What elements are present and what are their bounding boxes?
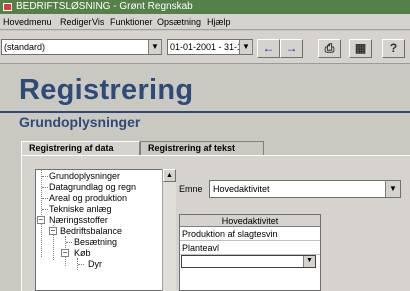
chevron-down-icon[interactable]: ▼ xyxy=(239,40,253,54)
calculator-icon: ▦ xyxy=(354,41,367,55)
tab-label: Registrering af tekst xyxy=(148,143,236,153)
topic-tree[interactable]: Grundoplysninger Datagrundlag og regn Ar… xyxy=(35,169,176,291)
chevron-down-icon[interactable]: ▼ xyxy=(148,40,162,54)
page-title: Registrering xyxy=(19,74,194,106)
grid-row[interactable]: Produktion af slagtesvin xyxy=(180,228,320,241)
view-select-value: (standard) xyxy=(4,42,46,52)
back-arrow-icon: ← xyxy=(262,41,275,55)
menu-hovedmenu[interactable]: Hovedmenu xyxy=(3,14,52,30)
collapse-icon[interactable]: − xyxy=(37,216,45,224)
page-subtitle: Grundoplysninger xyxy=(19,114,141,130)
window-title: BEDRIFTSLØSNING - Grønt Regnskab xyxy=(16,1,193,12)
tree-connector xyxy=(42,209,48,210)
view-select[interactable]: (standard) ▼ xyxy=(1,39,162,55)
collapse-icon[interactable]: − xyxy=(49,227,57,235)
printer-icon: ⎙ xyxy=(324,41,335,55)
tree-connector xyxy=(41,170,42,257)
tree-item-bedriftsbalance[interactable]: Bedriftsbalance xyxy=(60,226,122,236)
emne-label: Emne xyxy=(179,184,203,194)
tree-item-areal-og-produktion[interactable]: Areal og produktion xyxy=(49,193,127,203)
calculator-button[interactable]: ▦ xyxy=(349,39,372,58)
tree-connector xyxy=(42,187,48,188)
tab-registrering-af-data[interactable]: Registrering af data xyxy=(21,141,140,156)
chevron-down-icon[interactable]: ▼ xyxy=(303,256,315,267)
menu-bar: Hovedmenu Rediger Vis Funktioner Opsætni… xyxy=(0,14,410,30)
grid-header: Hovedaktivitet xyxy=(180,215,320,227)
tree-item-dyr[interactable]: Dyr xyxy=(88,259,102,269)
tree-item-datagrundlag[interactable]: Datagrundlag og regn xyxy=(49,182,136,192)
tree-connector xyxy=(42,198,48,199)
grid-edit-select[interactable]: ▼ xyxy=(181,255,316,268)
period-select[interactable]: 01-01-2001 - 31-12-2 ▼ xyxy=(167,39,253,55)
tree-item-koeb[interactable]: Køb xyxy=(74,248,91,258)
data-grid: Hovedaktivitet Produktion af slagtesvin … xyxy=(179,214,321,291)
help-icon: ? xyxy=(389,41,398,55)
title-divider xyxy=(0,111,410,113)
tree-connector xyxy=(66,242,72,243)
toolbar: (standard) ▼ 01-01-2001 - 31-12-2 ▼ ← → … xyxy=(0,31,410,64)
tree-scrollbar[interactable]: ▲ xyxy=(162,169,176,291)
emne-select-value: Hovedaktivitet xyxy=(213,184,270,194)
menu-funktioner[interactable]: Funktioner xyxy=(110,14,153,30)
tree-item-naeringsstoffer[interactable]: Næringsstoffer xyxy=(49,215,108,225)
help-button[interactable]: ? xyxy=(382,39,405,58)
title-bar: BEDRIFTSLØSNING - Grønt Regnskab xyxy=(0,0,410,14)
forward-button[interactable]: → xyxy=(280,39,303,58)
print-button[interactable]: ⎙ xyxy=(318,39,341,58)
menu-rediger[interactable]: Rediger xyxy=(60,14,92,30)
menu-vis[interactable]: Vis xyxy=(92,14,104,30)
tree-connector xyxy=(78,264,84,265)
back-button[interactable]: ← xyxy=(257,39,280,58)
tree-connector xyxy=(42,176,48,177)
emne-select[interactable]: Hovedaktivitet ▼ xyxy=(209,180,401,198)
tree-item-tekniske-anlaeg[interactable]: Tekniske anlæg xyxy=(49,204,112,214)
tree-item-grundoplysninger[interactable]: Grundoplysninger xyxy=(49,171,120,181)
tab-registrering-af-tekst[interactable]: Registrering af tekst xyxy=(140,141,264,156)
scroll-up-icon[interactable]: ▲ xyxy=(163,169,176,182)
app-icon xyxy=(3,3,12,11)
menu-hjaelp[interactable]: Hjælp xyxy=(207,14,231,30)
collapse-icon[interactable]: − xyxy=(61,249,69,257)
forward-arrow-icon: → xyxy=(285,41,298,55)
tab-label: Registrering af data xyxy=(29,143,114,153)
menu-opsaetning[interactable]: Opsætning xyxy=(157,14,201,30)
grid-row[interactable]: Planteavl xyxy=(180,242,320,255)
tree-item-besaetning[interactable]: Besætning xyxy=(74,237,117,247)
chevron-down-icon[interactable]: ▼ xyxy=(385,181,400,197)
